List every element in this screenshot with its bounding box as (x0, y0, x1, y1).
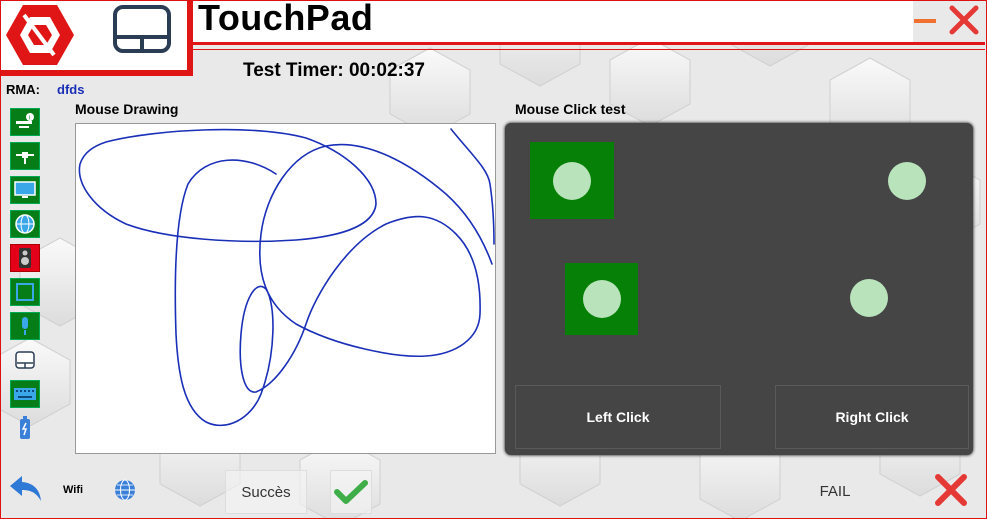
header-divider-thin (193, 49, 985, 50)
back-button[interactable] (8, 474, 44, 509)
mouse-drawing-title: Mouse Drawing (75, 101, 179, 117)
target-dot-passed (583, 280, 621, 318)
close-icon (949, 5, 979, 35)
click-target-bottom-left[interactable] (565, 263, 638, 335)
sidebar-item-display[interactable] (10, 176, 40, 204)
wifi-label: Wifi (63, 484, 84, 496)
success-button[interactable]: Succès (225, 470, 307, 514)
minimize-button[interactable] (912, 8, 938, 30)
test-sidebar: i (10, 108, 44, 448)
microphone-icon (22, 317, 28, 335)
back-arrow-icon (10, 476, 41, 501)
checkmark-icon (334, 480, 368, 504)
minimize-icon (914, 19, 936, 23)
globe-icon (15, 214, 35, 234)
speaker-icon (19, 248, 31, 268)
sidebar-item-battery[interactable] (10, 414, 40, 442)
sidebar-item-screen[interactable] (10, 278, 40, 306)
mouse-drawing-canvas[interactable] (75, 123, 496, 454)
rma-value: dfds (57, 82, 85, 97)
target-dot-passed (553, 162, 591, 200)
brand-logo-icon (6, 5, 74, 70)
keyboard-icon (14, 388, 36, 400)
fail-button[interactable]: FAIL (790, 470, 880, 512)
display-square-icon (16, 283, 34, 301)
rma-label: RMA: (6, 82, 40, 97)
monitor-icon (14, 181, 36, 198)
close-window-button[interactable] (948, 4, 980, 41)
globe-icon (115, 479, 135, 501)
mouse-click-test-area[interactable]: Left Click Right Click (505, 123, 973, 455)
touchpad-app-icon (113, 5, 171, 58)
sidebar-item-audio[interactable] (10, 244, 40, 272)
right-click-button[interactable]: Right Click (775, 385, 969, 449)
network-globe-button[interactable] (113, 478, 137, 507)
touchpad-icon (15, 351, 35, 369)
sidebar-item-system-info[interactable]: i (10, 108, 40, 136)
svg-text:i: i (29, 116, 30, 122)
header-divider (193, 42, 985, 45)
left-click-button[interactable]: Left Click (515, 385, 721, 449)
close-icon (935, 474, 967, 506)
bottom-bar: Wifi Succès FAIL (0, 466, 987, 519)
click-target-top-right[interactable] (888, 162, 926, 200)
system-info-icon: i (16, 113, 34, 128)
drawing-strokes (78, 128, 495, 427)
click-target-top-left[interactable] (530, 142, 614, 219)
sidebar-item-touchpad[interactable] (10, 346, 40, 374)
network-icon (16, 152, 34, 164)
sidebar-item-web[interactable] (10, 210, 40, 238)
pass-check-button[interactable] (330, 470, 372, 514)
fail-x-button[interactable] (933, 472, 969, 513)
click-target-bottom-right[interactable] (850, 279, 888, 317)
app-title: TouchPad (198, 0, 374, 38)
mouse-click-test-title: Mouse Click test (515, 101, 626, 117)
sidebar-item-keyboard[interactable] (10, 380, 40, 408)
sidebar-item-microphone[interactable] (10, 312, 40, 340)
test-timer: Test Timer: 00:02:37 (243, 60, 425, 81)
battery-icon (20, 416, 30, 439)
sidebar-item-network[interactable] (10, 142, 40, 170)
